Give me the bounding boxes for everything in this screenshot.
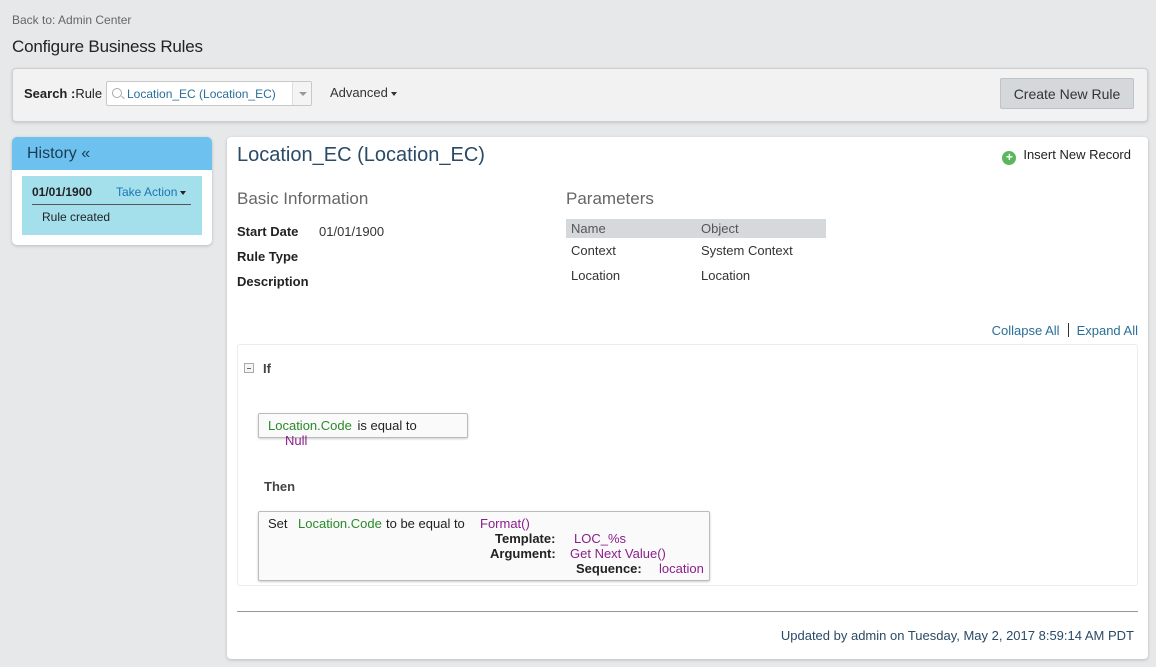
rule-type-row: Rule Type bbox=[237, 249, 319, 264]
create-new-rule-button[interactable]: Create New Rule bbox=[1000, 78, 1134, 109]
parameters-heading: Parameters bbox=[566, 189, 654, 208]
rule-expression-box: If Location.Code is equal to Null Then S… bbox=[237, 344, 1138, 586]
history-entry-note: Rule created bbox=[42, 210, 111, 224]
start-date-value: 01/01/1900 bbox=[319, 224, 385, 239]
condition-field[interactable]: Location.Code bbox=[268, 418, 352, 433]
collapse-icon[interactable] bbox=[244, 363, 254, 373]
plus-circle-icon: + bbox=[1002, 151, 1017, 165]
sequence-label: Sequence: bbox=[576, 561, 642, 576]
take-action-label[interactable]: Take Action bbox=[116, 185, 177, 199]
param-name-cell: Context bbox=[571, 243, 616, 258]
advanced-label[interactable]: Advanced bbox=[330, 85, 388, 100]
search-icon bbox=[112, 88, 122, 98]
start-date-row: Start Date 01/01/1900 bbox=[237, 224, 384, 239]
history-entry[interactable]: 01/01/1900 Take Action Rule created bbox=[22, 176, 202, 235]
history-entry-divider bbox=[32, 204, 191, 205]
column-header-object: Object bbox=[696, 219, 826, 238]
argument-value[interactable]: Get Next Value() bbox=[570, 546, 666, 561]
expand-all-link[interactable]: Expand All bbox=[1077, 323, 1138, 338]
caret-down-icon bbox=[390, 91, 397, 96]
search-label-text: Search : bbox=[24, 86, 76, 101]
updated-by-text: Updated by admin on Tuesday, May 2, 2017… bbox=[780, 628, 1134, 643]
description-label: Description bbox=[237, 274, 309, 289]
rule-type-label: Rule Type bbox=[237, 249, 299, 264]
template-value[interactable]: LOC_%s bbox=[574, 531, 626, 546]
insert-new-record-button[interactable]: + Insert New Record bbox=[1002, 147, 1131, 165]
param-object-cell: System Context bbox=[701, 243, 793, 258]
column-header-name: Name bbox=[566, 219, 696, 238]
if-condition-expression[interactable]: Location.Code is equal to Null bbox=[258, 413, 468, 448]
link-separator bbox=[1067, 323, 1069, 337]
action-function[interactable]: Format() bbox=[480, 516, 530, 531]
history-panel: History « 01/01/1900 Take Action Rule cr… bbox=[12, 137, 212, 245]
collapse-expand-links: Collapse All Expand All bbox=[992, 323, 1138, 338]
insert-new-record-label[interactable]: Insert New Record bbox=[1023, 147, 1131, 162]
action-field[interactable]: Location.Code bbox=[298, 516, 382, 531]
chevron-down-icon[interactable] bbox=[292, 82, 311, 105]
advanced-dropdown[interactable]: Advanced bbox=[330, 85, 397, 100]
then-label: Then bbox=[264, 479, 296, 494]
condition-value[interactable]: Null bbox=[285, 433, 307, 448]
history-header[interactable]: History « bbox=[12, 137, 212, 170]
description-row: Description bbox=[237, 274, 319, 289]
rule-detail-panel: Location_EC (Location_EC) + Insert New Re… bbox=[227, 137, 1148, 659]
rule-search-value[interactable]: Location_EC (Location_EC) bbox=[127, 87, 276, 101]
then-action-expression[interactable]: Set Location.Code to be equal to Format(… bbox=[258, 511, 710, 581]
param-name-cell: Location bbox=[571, 268, 621, 283]
back-to-admin-center-link[interactable]: Back to: Admin Center bbox=[12, 13, 131, 27]
parameters-table: Name Object Context System Context Locat… bbox=[566, 219, 826, 288]
footer-divider bbox=[237, 611, 1138, 612]
action-verb: Set bbox=[268, 516, 288, 531]
search-bar: Search :Rule Location_EC (Location_EC) A… bbox=[12, 68, 1148, 122]
basic-information-heading: Basic Information bbox=[237, 189, 369, 208]
template-label: Template: bbox=[495, 531, 556, 546]
action-operator[interactable]: to be equal to bbox=[386, 516, 465, 531]
table-row: Location Location bbox=[566, 263, 826, 288]
condition-operator[interactable]: is equal to bbox=[357, 418, 416, 433]
rule-search-combobox[interactable]: Location_EC (Location_EC) bbox=[106, 81, 312, 106]
search-rule-label: Rule bbox=[75, 86, 103, 101]
parameters-header-row: Name Object bbox=[566, 219, 826, 238]
start-date-label: Start Date bbox=[237, 224, 299, 239]
sequence-value[interactable]: location bbox=[659, 561, 704, 576]
rule-title: Location_EC (Location_EC) bbox=[237, 144, 485, 166]
collapse-all-link[interactable]: Collapse All bbox=[992, 323, 1060, 338]
caret-down-icon bbox=[180, 190, 187, 195]
argument-label: Argument: bbox=[490, 546, 556, 561]
history-entry-date: 01/01/1900 bbox=[32, 185, 93, 199]
table-row: Context System Context bbox=[566, 238, 826, 263]
search-label: Search :Rule bbox=[24, 86, 102, 101]
take-action-dropdown[interactable]: Take Action bbox=[116, 185, 187, 199]
if-label: If bbox=[263, 361, 271, 376]
param-object-cell: Location bbox=[701, 268, 751, 283]
page-title: Configure Business Rules bbox=[12, 37, 203, 56]
